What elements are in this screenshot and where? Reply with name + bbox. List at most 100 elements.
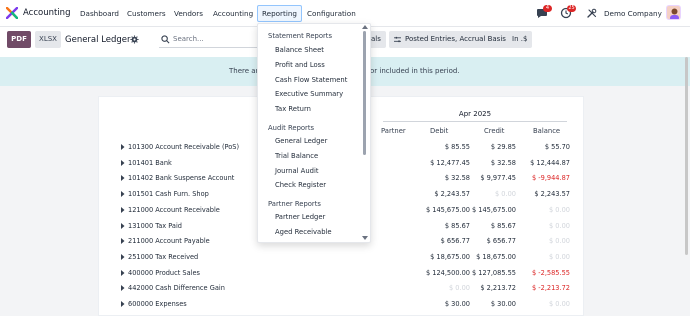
reporting-dropdown: Statement Reports Balance Sheet Profit a… bbox=[257, 23, 371, 243]
debit-cell: $ 0.00 bbox=[449, 284, 470, 293]
xlsx-button[interactable]: XLSX bbox=[35, 31, 61, 48]
table-row[interactable]: 400000 Product Sales $ 124,500.00 $ 127,08… bbox=[120, 267, 570, 281]
accounting-logo-icon[interactable] bbox=[6, 7, 18, 19]
column-balance: Balance bbox=[533, 127, 561, 135]
column-partner: Partner bbox=[381, 127, 406, 135]
menu-vendors[interactable]: Vendors bbox=[174, 9, 203, 18]
caret-right-icon[interactable] bbox=[120, 206, 125, 213]
activity-badge: 25 bbox=[567, 5, 576, 12]
menu-configuration[interactable]: Configuration bbox=[307, 9, 356, 18]
user-avatar[interactable] bbox=[666, 5, 681, 20]
caret-right-icon[interactable] bbox=[120, 159, 125, 166]
balance-cell: $ -9,944.87 bbox=[531, 174, 570, 183]
menu-profit-and-loss[interactable]: Profit and Loss bbox=[275, 61, 325, 69]
table-row[interactable]: 600000 Expenses $ 30.00 $ 30.00 $ 0.00 bbox=[120, 298, 570, 312]
messages-badge: 4 bbox=[543, 5, 552, 12]
credit-cell: $ 9,977.45 bbox=[480, 174, 516, 183]
caret-right-icon[interactable] bbox=[120, 253, 125, 260]
balance-cell: $ 55.70 bbox=[544, 143, 570, 151]
banner-text-start: There ar bbox=[229, 67, 259, 75]
group-audit-reports: Audit Reports bbox=[268, 124, 315, 132]
caret-right-icon[interactable] bbox=[120, 301, 125, 307]
currency-filter[interactable]: In .$ bbox=[507, 31, 533, 48]
balance-cell: $ 0.00 bbox=[549, 300, 570, 308]
credit-cell: $ 32.58 bbox=[490, 158, 516, 167]
account-name[interactable]: 442000 Cash Difference Gain bbox=[128, 284, 225, 292]
account-name[interactable]: 131000 Tax Paid bbox=[128, 222, 182, 230]
balance-cell: $ -2,213.72 bbox=[531, 284, 570, 293]
account-name[interactable]: 101401 Bank bbox=[128, 159, 172, 167]
menu-partner-ledger[interactable]: Partner Ledger bbox=[275, 213, 325, 221]
table-row[interactable]: 251000 Tax Received $ 18,675.00 $ 18,675.0… bbox=[120, 251, 570, 265]
scroll-up-icon[interactable] bbox=[362, 25, 368, 29]
period-divider bbox=[383, 121, 567, 122]
menu-aged-receivable[interactable]: Aged Receivable bbox=[275, 228, 332, 236]
entries-filter[interactable]: Posted Entries, Accrual Basis bbox=[389, 31, 511, 48]
caret-right-icon[interactable] bbox=[120, 269, 125, 276]
search-box[interactable]: Search... bbox=[159, 31, 259, 48]
account-name[interactable]: 251000 Tax Received bbox=[128, 253, 198, 261]
pdf-button[interactable]: PDF bbox=[7, 31, 31, 48]
menu-reporting[interactable]: Reporting bbox=[257, 5, 302, 22]
balance-cell: $ 0.00 bbox=[549, 205, 570, 214]
credit-cell: $ 2,213.72 bbox=[480, 284, 516, 293]
caret-right-icon[interactable] bbox=[120, 175, 125, 182]
balance-cell: $ 0.00 bbox=[549, 221, 570, 230]
menu-accounting[interactable]: Accounting bbox=[213, 9, 253, 18]
account-name[interactable]: 211000 Account Payable bbox=[128, 237, 210, 245]
table-row[interactable]: 442000 Cash Difference Gain $ 0.00 $ 2,213… bbox=[120, 282, 570, 296]
menu-general-ledger[interactable]: General Ledger bbox=[275, 137, 327, 145]
credit-cell: $ 656.77 bbox=[486, 237, 516, 246]
caret-right-icon[interactable] bbox=[120, 144, 125, 150]
debit-cell: $ 30.00 bbox=[444, 300, 470, 308]
balance-cell: $ 12,444.87 bbox=[530, 158, 570, 167]
search-input[interactable]: Search... bbox=[173, 35, 204, 43]
account-name[interactable]: 121000 Account Receivable bbox=[128, 206, 220, 214]
debit-cell: $ 145,675.00 bbox=[425, 205, 470, 214]
dropdown-scrollbar-thumb[interactable] bbox=[363, 31, 366, 155]
credit-cell: $ 30.00 bbox=[490, 300, 516, 308]
scroll-down-icon[interactable] bbox=[362, 236, 368, 240]
balance-cell: $ 2,243.57 bbox=[534, 190, 570, 199]
page-title: General Ledger bbox=[65, 35, 131, 45]
account-name[interactable]: 600000 Expenses bbox=[128, 300, 187, 308]
company-switcher[interactable]: Demo Company bbox=[604, 9, 662, 18]
menu-balance-sheet[interactable]: Balance Sheet bbox=[275, 46, 324, 54]
caret-right-icon[interactable] bbox=[120, 285, 125, 292]
banner-text-end: or included in this period. bbox=[370, 67, 460, 75]
caret-right-icon[interactable] bbox=[120, 238, 125, 245]
account-name[interactable]: 101501 Cash Furn. Shop bbox=[128, 190, 209, 198]
menu-journal-audit[interactable]: Journal Audit bbox=[275, 167, 319, 175]
column-debit: Debit bbox=[430, 127, 449, 135]
column-credit: Credit bbox=[484, 127, 505, 135]
group-partner-reports: Partner Reports bbox=[268, 200, 321, 208]
balance-cell: $ -2,585.55 bbox=[531, 268, 570, 277]
caret-right-icon[interactable] bbox=[120, 222, 125, 229]
tools-icon[interactable] bbox=[586, 7, 598, 19]
debit-cell: $ 12,477.45 bbox=[430, 158, 470, 167]
page-scrollbar-thumb[interactable] bbox=[685, 57, 688, 255]
gear-icon[interactable] bbox=[130, 35, 139, 44]
menu-tax-return[interactable]: Tax Return bbox=[275, 105, 311, 113]
account-name[interactable]: 101300 Account Receivable (PoS) bbox=[128, 143, 239, 151]
debit-cell: $ 124,500.00 bbox=[425, 268, 470, 277]
caret-right-icon[interactable] bbox=[120, 191, 125, 198]
debit-cell: $ 85.67 bbox=[444, 221, 470, 230]
balance-cell: $ 0.00 bbox=[549, 237, 570, 246]
debit-cell: $ 32.58 bbox=[444, 174, 470, 183]
group-statement-reports: Statement Reports bbox=[268, 32, 332, 40]
app-name[interactable]: Accounting bbox=[23, 8, 70, 18]
balance-cell: $ 0.00 bbox=[549, 252, 570, 261]
credit-cell: $ 85.67 bbox=[490, 221, 516, 230]
credit-cell: $ 0.00 bbox=[495, 190, 516, 199]
menu-executive-summary[interactable]: Executive Summary bbox=[275, 90, 343, 98]
entries-filter-label: Posted Entries, Accrual Basis bbox=[405, 35, 506, 43]
menu-customers[interactable]: Customers bbox=[127, 9, 166, 18]
menu-cash-flow-statement[interactable]: Cash Flow Statement bbox=[275, 76, 347, 84]
menu-check-register[interactable]: Check Register bbox=[275, 181, 326, 189]
menu-trial-balance[interactable]: Trial Balance bbox=[275, 152, 318, 160]
account-name[interactable]: 400000 Product Sales bbox=[128, 269, 200, 277]
credit-cell: $ 127,085.55 bbox=[471, 268, 516, 277]
menu-dashboard[interactable]: Dashboard bbox=[80, 9, 119, 18]
account-name[interactable]: 101402 Bank Suspense Account bbox=[128, 174, 234, 182]
